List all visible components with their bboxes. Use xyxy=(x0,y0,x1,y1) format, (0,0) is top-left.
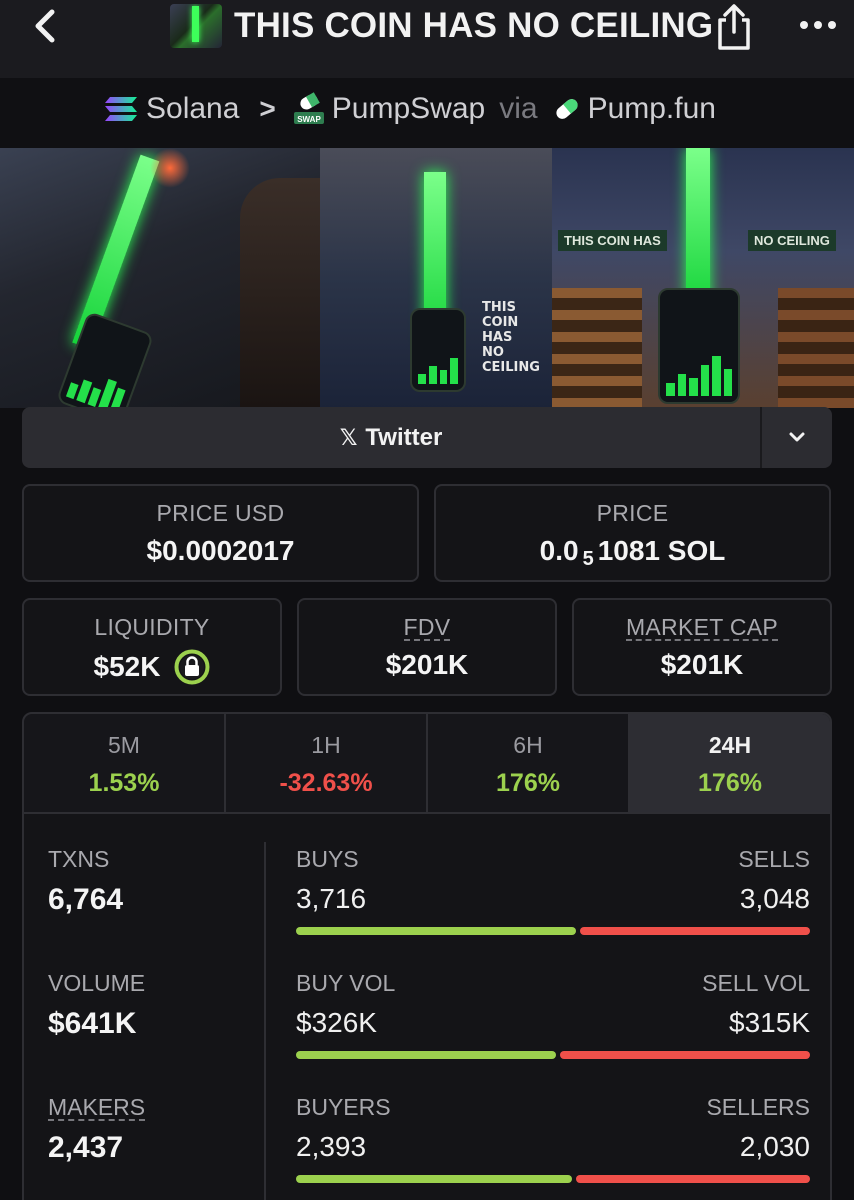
period-label: 24H xyxy=(708,732,752,758)
divider xyxy=(264,842,266,1200)
tab-1h[interactable]: 1H -32.63% xyxy=(226,714,428,812)
transactions-panel: TXNS 6,764 VOLUME $641K MAKERS 2,437 BUY… xyxy=(22,814,832,1200)
banner-sign-left: THIS COIN HAS xyxy=(558,230,667,251)
period-change: -32.63% xyxy=(279,769,373,797)
sell-vol-value: $315K xyxy=(729,1007,810,1038)
page-title-group: THIS COIN HAS NO CEILING xyxy=(170,4,713,48)
banner-panel-car xyxy=(0,148,320,408)
chevron-right-icon: > xyxy=(259,93,276,124)
buy-vol-share-bar xyxy=(296,1051,556,1059)
token-avatar xyxy=(170,4,222,48)
sellers-label: SELLERS xyxy=(706,1094,810,1120)
price-lead: 0.0 xyxy=(539,535,579,566)
sell-share-bar xyxy=(580,927,810,935)
banner-caption-line: NO CEILING xyxy=(482,345,540,375)
pumpfun-pill-icon xyxy=(555,99,578,119)
buy-sell-volume-row: BUY VOL SELL VOL $326K $315K xyxy=(296,970,810,1059)
twitter-link-button[interactable]: 𝕏 Twitter xyxy=(22,407,760,468)
banner-caption-line: THIS COIN xyxy=(482,300,519,330)
buyers-sellers-row: BUYERS SELLERS 2,393 2,030 xyxy=(296,1094,810,1183)
makers-value: 2,437 xyxy=(48,1131,124,1164)
period-change: 176% xyxy=(698,769,762,797)
twitter-label: Twitter xyxy=(365,423,443,451)
sell-vol-label: SELL VOL xyxy=(702,970,810,996)
period-label: 1H xyxy=(311,732,341,758)
social-links-bar: 𝕏 Twitter xyxy=(22,407,832,468)
banner-panel-store: THIS COIN HAS NO CEILING xyxy=(552,148,854,408)
price-tail: 1081 SOL xyxy=(597,535,726,566)
market-cap-label[interactable]: MARKET CAP xyxy=(625,615,779,641)
token-banner-image: THIS COIN HAS NO CEILING THIS COIN HAS N… xyxy=(0,148,854,408)
liquidity-card: LIQUIDITY $52K xyxy=(22,598,282,696)
tab-6h[interactable]: 6H 176% xyxy=(428,714,630,812)
buyers-share-bar xyxy=(296,1175,573,1183)
period-tabs: 5M 1.53% 1H -32.63% 6H 176% 24H 176% xyxy=(22,712,832,814)
sells-label: SELLS xyxy=(738,846,810,872)
ratio-bar xyxy=(296,927,810,935)
chevron-down-icon[interactable] xyxy=(762,407,832,468)
price-native-card: PRICE 0.0 5 1081 SOL xyxy=(434,484,831,582)
buy-vol-value: $326K xyxy=(296,1007,377,1038)
buys-sells-row: BUYS SELLS 3,716 3,048 xyxy=(296,846,810,935)
banner-caption: THIS COIN HAS NO CEILING xyxy=(482,300,552,375)
market-cap-card: MARKET CAP $201K xyxy=(572,598,832,696)
price-usd-value: $0.0002017 xyxy=(146,535,295,566)
volume-stat: VOLUME $641K xyxy=(48,970,145,1041)
period-label: 5M xyxy=(108,732,140,758)
makers-stat: MAKERS 2,437 xyxy=(48,1094,146,1165)
price-usd-label: PRICE USD xyxy=(156,500,285,526)
top-bar: THIS COIN HAS NO CEILING xyxy=(0,0,854,78)
price-label: PRICE xyxy=(596,500,669,526)
sells-value: 3,048 xyxy=(739,883,810,914)
txns-stat: TXNS 6,764 xyxy=(48,846,123,917)
ratio-bar xyxy=(296,1175,810,1183)
period-change: 176% xyxy=(496,769,560,797)
x-logo-icon: 𝕏 xyxy=(339,424,358,450)
breadcrumb-launchpad[interactable]: Pump.fun xyxy=(588,92,716,126)
banner-panel-train: THIS COIN HAS NO CEILING xyxy=(320,148,552,408)
banner-caption-line: HAS xyxy=(482,330,513,345)
lock-icon[interactable] xyxy=(174,649,210,685)
makers-label[interactable]: MAKERS xyxy=(48,1095,146,1121)
buy-share-bar xyxy=(296,927,577,935)
period-label: 6H xyxy=(513,732,543,758)
breadcrumb-via: via xyxy=(499,92,538,125)
share-icon[interactable] xyxy=(712,2,756,52)
price-zero-count: 5 xyxy=(582,547,594,570)
sell-vol-share-bar xyxy=(559,1051,810,1059)
txns-value: 6,764 xyxy=(48,883,124,916)
fdv-label[interactable]: FDV xyxy=(403,615,451,641)
ratio-bar xyxy=(296,1051,810,1059)
more-icon[interactable] xyxy=(796,8,840,38)
volume-value: $641K xyxy=(48,1007,137,1040)
txns-label: TXNS xyxy=(48,846,110,872)
period-change: 1.53% xyxy=(88,769,160,797)
sellers-share-bar xyxy=(576,1175,810,1183)
fdv-card: FDV $201K xyxy=(297,598,557,696)
tab-5m[interactable]: 5M 1.53% xyxy=(24,714,226,812)
fdv-value: $201K xyxy=(385,649,469,680)
pumpswap-icon: SWAP xyxy=(293,92,324,124)
solana-icon xyxy=(105,97,137,121)
price-usd-card: PRICE USD $0.0002017 xyxy=(22,484,419,582)
buyers-label: BUYERS xyxy=(296,1094,391,1120)
market-cap-value: $201K xyxy=(660,649,744,680)
buy-vol-label: BUY VOL xyxy=(296,970,396,996)
breadcrumb: Solana > SWAP PumpSwap via Pump.fun xyxy=(104,88,716,130)
page-title: THIS COIN HAS NO CEILING xyxy=(234,6,714,45)
buys-label: BUYS xyxy=(296,846,359,872)
breadcrumb-dex[interactable]: PumpSwap xyxy=(332,92,485,126)
banner-sign-right: NO CEILING xyxy=(748,230,836,251)
buyers-value: 2,393 xyxy=(296,1131,367,1162)
buys-value: 3,716 xyxy=(296,883,367,914)
liquidity-value: $52K xyxy=(93,651,161,682)
volume-label: VOLUME xyxy=(48,970,146,996)
swap-badge-text: SWAP xyxy=(297,115,321,124)
breadcrumb-chain[interactable]: Solana xyxy=(146,92,239,126)
liquidity-label: LIQUIDITY xyxy=(94,614,210,640)
tab-24h[interactable]: 24H 176% xyxy=(630,714,830,812)
sellers-value: 2,030 xyxy=(739,1131,810,1162)
back-icon[interactable] xyxy=(26,6,66,46)
